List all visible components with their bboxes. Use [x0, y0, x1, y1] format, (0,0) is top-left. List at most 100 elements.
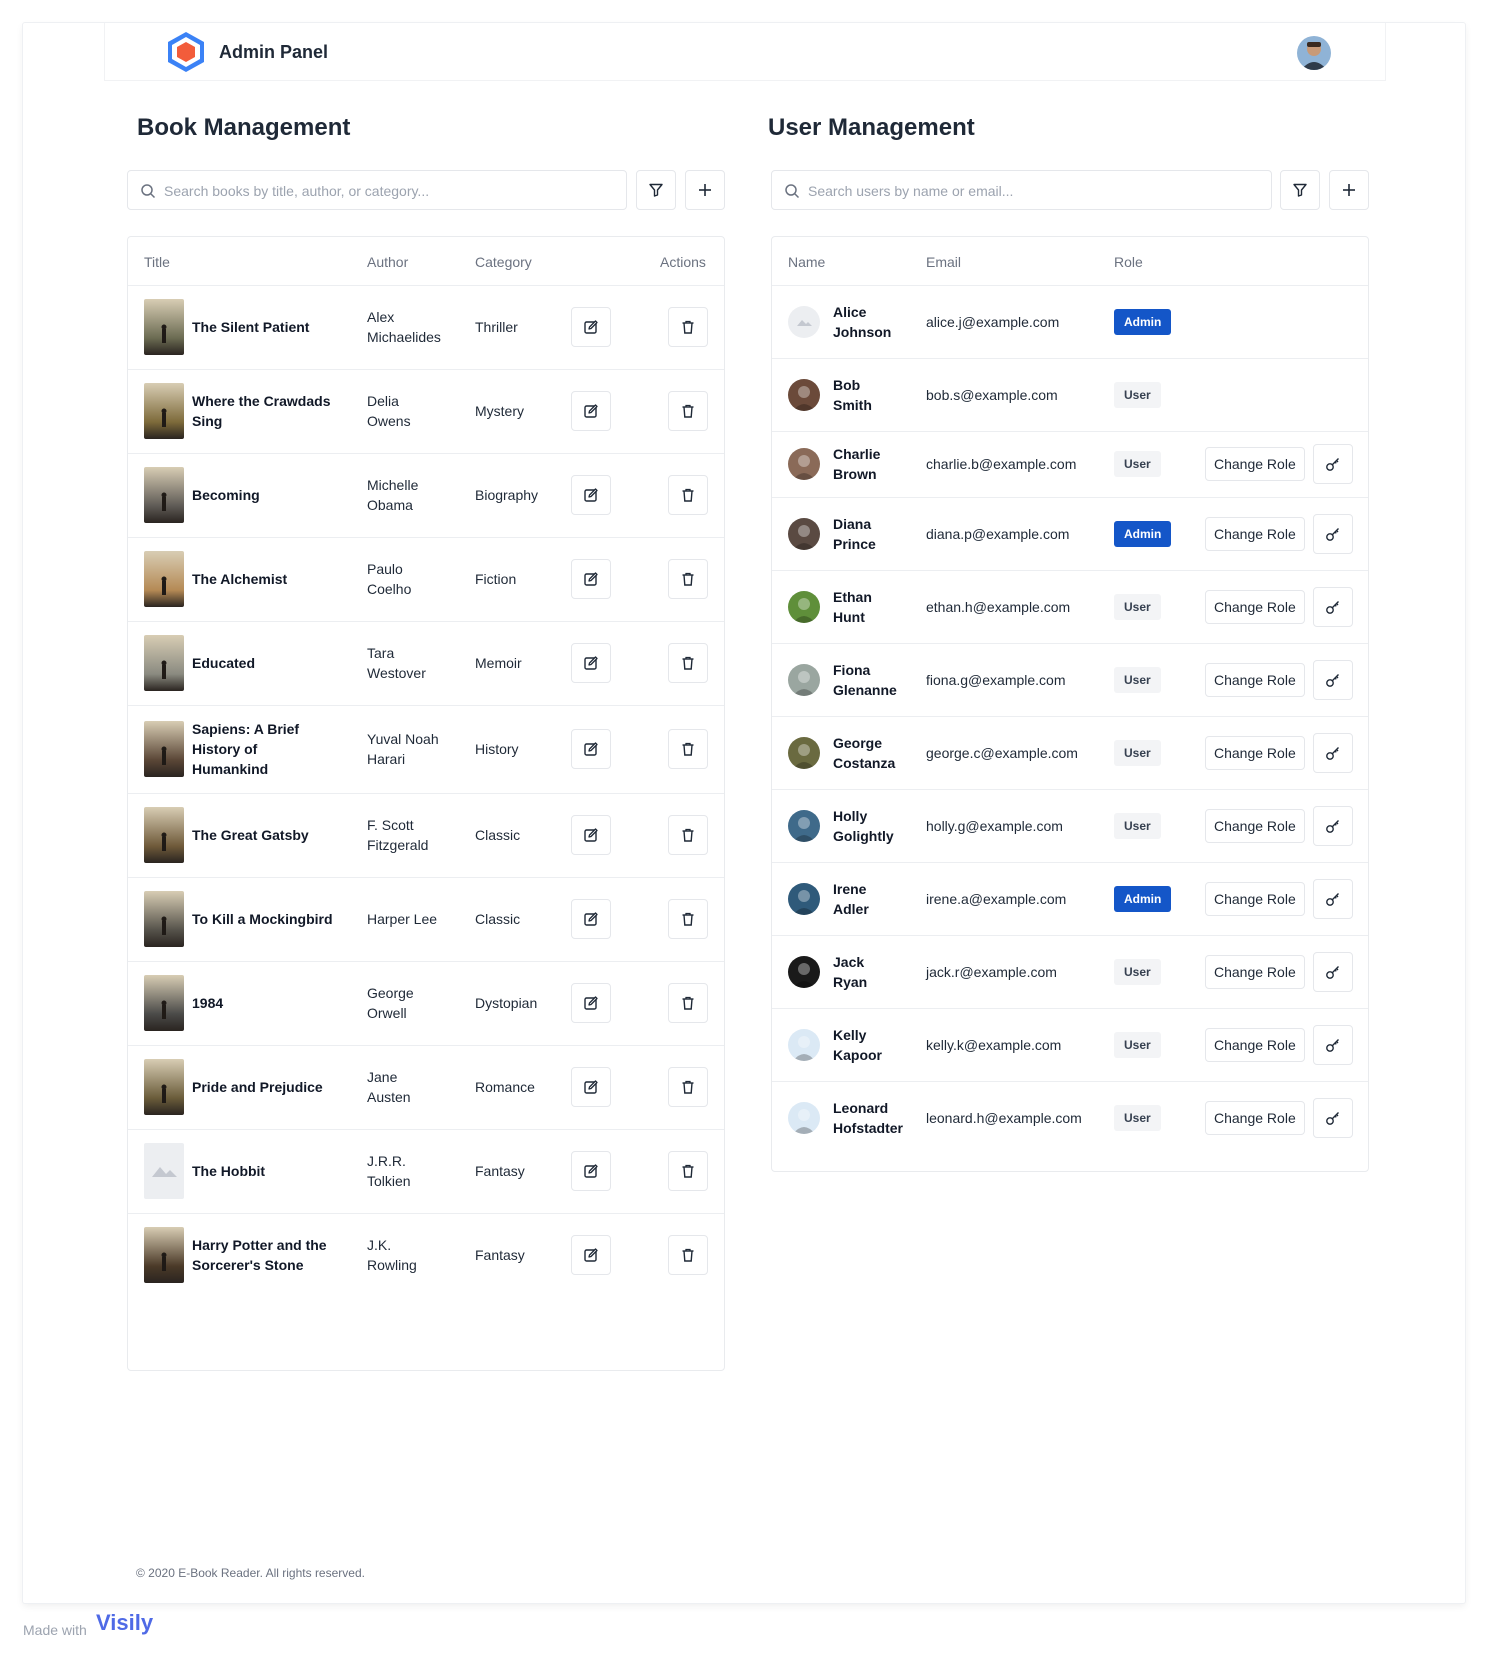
change-role-button[interactable]: Change Role: [1205, 954, 1305, 989]
edit-book-button[interactable]: [571, 1067, 611, 1107]
reset-password-button[interactable]: [1313, 586, 1353, 627]
delete-book-button[interactable]: [668, 475, 708, 515]
text-line: Orwell: [367, 1005, 407, 1021]
book-row[interactable]: The Hobbit J.R.R. Tolkien Fantasy: [128, 1129, 724, 1214]
edit-book-button[interactable]: [571, 1151, 611, 1191]
book-row[interactable]: Becoming Michelle Obama Biography: [128, 453, 724, 538]
user-avatar-icon[interactable]: [1297, 36, 1331, 70]
user-row[interactable]: Leonard Hofstadter leonard.h@example.com Us…: [772, 1081, 1368, 1154]
text-line: Brown: [833, 466, 877, 482]
text-line: Yuval Noah: [367, 731, 439, 747]
user-row[interactable]: Ethan Hunt ethan.h@example.com User Change R…: [772, 570, 1368, 644]
reset-password-button[interactable]: [1313, 1024, 1353, 1065]
book-row[interactable]: Sapiens: A Brief History of Humankind Yuval…: [128, 705, 724, 794]
user-row[interactable]: Jack Ryan jack.r@example.com User Change Rol…: [772, 935, 1368, 1009]
book-row[interactable]: To Kill a Mockingbird Harper Lee Classic: [128, 877, 724, 962]
user-row[interactable]: Irene Adler irene.a@example.com Admin Change…: [772, 862, 1368, 936]
edit-book-button[interactable]: [571, 899, 611, 939]
book-search-field[interactable]: [127, 170, 627, 210]
user-row[interactable]: Charlie Brown charlie.b@example.com User Cha…: [772, 431, 1368, 498]
book-row[interactable]: The Alchemist Paulo Coelho Fiction: [128, 537, 724, 622]
book-row[interactable]: The Silent Patient Alex Michaelides Thrille…: [128, 285, 724, 370]
reset-password-button[interactable]: [1313, 513, 1353, 554]
text-line: Glenanne: [833, 681, 897, 698]
delete-book-button[interactable]: [668, 1235, 708, 1275]
change-role-button[interactable]: Change Role: [1205, 447, 1305, 481]
reset-password-button[interactable]: [1313, 444, 1353, 484]
user-name: Ethan Hunt: [833, 587, 872, 627]
change-role-button[interactable]: Change Role: [1205, 589, 1305, 624]
edit-book-button[interactable]: [571, 1235, 611, 1275]
book-category: Memoir: [475, 655, 522, 671]
text-line: Michaelides: [367, 329, 441, 345]
visily-brand[interactable]: Visily: [96, 1610, 153, 1636]
book-row[interactable]: The Great Gatsby F. Scott Fitzgerald Classi…: [128, 793, 724, 878]
change-role-button[interactable]: Change Role: [1205, 1100, 1305, 1135]
delete-book-button[interactable]: [668, 729, 708, 769]
hexagon-logo-icon[interactable]: [165, 30, 207, 74]
edit-book-button[interactable]: [571, 983, 611, 1023]
edit-book-button[interactable]: [571, 475, 611, 515]
delete-book-button[interactable]: [668, 307, 708, 347]
delete-book-button[interactable]: [668, 899, 708, 939]
reset-password-button[interactable]: [1313, 659, 1353, 700]
col-role: Role: [1114, 254, 1143, 270]
user-row[interactable]: Kelly Kapoor kelly.k@example.com User Change…: [772, 1008, 1368, 1082]
role-badge: User: [1114, 958, 1161, 985]
user-row[interactable]: Bob Smith bob.s@example.com User: [772, 358, 1368, 432]
text-line: Harry Potter and the: [192, 1237, 327, 1253]
delete-book-button[interactable]: [668, 559, 708, 599]
edit-book-button[interactable]: [571, 307, 611, 347]
book-row[interactable]: 1984 George Orwell Dystopian: [128, 961, 724, 1046]
change-role-button[interactable]: Change Role: [1205, 808, 1305, 843]
reset-password-button[interactable]: [1313, 951, 1353, 992]
change-role-button[interactable]: Change Role: [1205, 735, 1305, 770]
change-role-button[interactable]: Change Role: [1205, 662, 1305, 697]
user-name: Alice Johnson: [833, 302, 891, 342]
delete-book-button[interactable]: [668, 983, 708, 1023]
delete-book-button[interactable]: [668, 643, 708, 683]
text-line: J.R.R.: [367, 1153, 406, 1169]
change-role-button[interactable]: Change Role: [1205, 516, 1305, 551]
book-row[interactable]: Harry Potter and the Sorcerer's Stone J.K.…: [128, 1213, 724, 1297]
reset-password-button[interactable]: [1313, 805, 1353, 846]
add-user-button[interactable]: [1329, 170, 1369, 210]
delete-book-button[interactable]: [668, 391, 708, 431]
book-row[interactable]: Pride and Prejudice Jane Austen Romance: [128, 1045, 724, 1130]
user-row[interactable]: Alice Johnson alice.j@example.com Admin: [772, 285, 1368, 359]
user-avatar: [788, 305, 820, 338]
user-search-field[interactable]: [771, 170, 1272, 210]
change-role-button[interactable]: Change Role: [1205, 1027, 1305, 1062]
delete-book-button[interactable]: [668, 815, 708, 855]
book-filter-button[interactable]: [636, 170, 676, 210]
edit-book-button[interactable]: [571, 729, 611, 769]
user-email: ethan.h@example.com: [926, 598, 1071, 615]
plus-icon: [1343, 184, 1355, 196]
text-line: Hofstadter: [833, 1119, 904, 1136]
edit-icon: [584, 996, 598, 1010]
edit-icon: [584, 828, 598, 842]
user-email: george.c@example.com: [926, 744, 1078, 761]
delete-book-button[interactable]: [668, 1151, 708, 1191]
user-search-input[interactable]: [806, 179, 1260, 203]
edit-book-button[interactable]: [571, 815, 611, 855]
add-book-button[interactable]: [685, 170, 725, 210]
book-search-input[interactable]: [162, 179, 616, 203]
edit-book-button[interactable]: [571, 643, 611, 683]
user-row[interactable]: Diana Prince diana.p@example.com Admin Chang…: [772, 497, 1368, 571]
reset-password-button[interactable]: [1313, 732, 1353, 773]
user-filter-button[interactable]: [1280, 170, 1320, 210]
user-row[interactable]: Holly Golightly holly.g@example.com User Cha…: [772, 789, 1368, 863]
book-author: J.K. Rowling: [367, 1235, 467, 1275]
user-row[interactable]: Fiona Glenanne fiona.g@example.com User Chan…: [772, 643, 1368, 717]
delete-book-button[interactable]: [668, 1067, 708, 1107]
edit-book-button[interactable]: [571, 391, 611, 431]
edit-book-button[interactable]: [571, 559, 611, 599]
trash-icon: [682, 656, 694, 670]
reset-password-button[interactable]: [1313, 1097, 1353, 1138]
user-row[interactable]: George Costanza george.c@example.com User Ch…: [772, 716, 1368, 790]
change-role-button[interactable]: Change Role: [1205, 881, 1305, 916]
book-row[interactable]: Educated Tara Westover Memoir: [128, 621, 724, 706]
book-row[interactable]: Where the Crawdads Sing Delia Owens Mystery: [128, 369, 724, 454]
reset-password-button[interactable]: [1313, 878, 1353, 919]
